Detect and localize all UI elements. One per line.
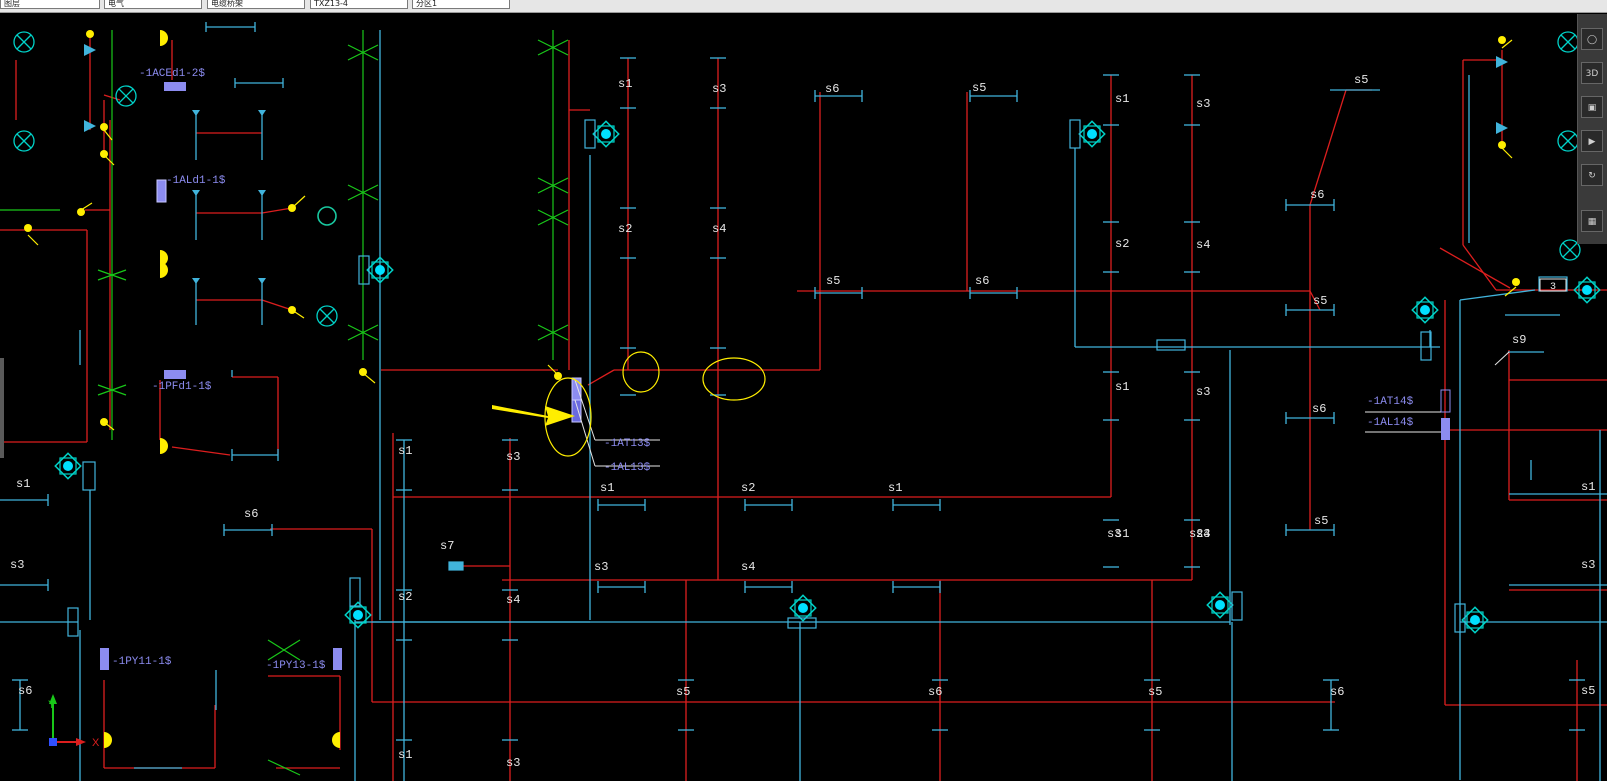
3d-view-icon[interactable]: 3D [1581,62,1603,84]
distribution-panels [100,82,1451,670]
tray-label: s2 [741,481,755,495]
equipment-label: -1PY13-1$ [266,660,326,672]
tray-label: s9 [1512,333,1526,347]
equipment-label: -1ALd1-1$ [166,175,226,187]
yellow-leaders [27,39,1517,431]
tray-label: s1 [618,77,632,91]
cad-drawing[interactable]: s1 s3 s6 s5 s1 s3 s5 s2 s4 s2 s4 s6 s5 s6 s5 s1 s3 s1 s3 s6… [0,13,1607,781]
tray-label: s6 [18,684,32,698]
tray-label: s1 [398,748,412,762]
property-toolbar: 图层 电气 电缆桥架 TXZ13-4 分区1 [0,0,1607,13]
tray-label: s6 [1330,685,1344,699]
tray-label: s3 [1196,97,1210,111]
tray-label: s3 [506,450,520,464]
tray-label: s6 [975,274,989,288]
left-panel-grip[interactable] [0,358,4,458]
tray-label: s7 [440,539,454,553]
pan-icon[interactable]: ▣ [1581,96,1603,118]
tray-label: s1 [888,481,902,495]
tray-label: s4 [712,222,726,236]
block-select[interactable]: TXZ13-4 [310,0,408,9]
tray-label: s3 [1196,385,1210,399]
tray-label: s3 [1107,527,1121,541]
grid-icon[interactable]: ▦ [1581,210,1603,232]
equipment-label: -1PY11-1$ [112,656,172,668]
tray-label: s5 [972,81,986,95]
tray-label: s1 [1115,380,1129,394]
tray-label: s6 [825,82,839,96]
yellow-arrow [492,405,575,426]
equipment-label: -1AT13$ [604,438,651,450]
zoom-icon[interactable]: ▶ [1581,130,1603,152]
ucs-y-label: Y [48,699,56,711]
equipment-label: -1AL14$ [1367,417,1414,429]
tray-label: s2 [1115,237,1129,251]
yellow-dots [24,30,1520,426]
pumps [13,31,1581,327]
tray-label: s3 [10,558,24,572]
category-select[interactable]: 电缆桥架 [207,0,305,9]
tray-label: s3 [712,82,726,96]
tray-label: s3 [594,560,608,574]
equipment-label: -1ACEd1-2$ [139,68,205,80]
leader-lines [574,351,1510,467]
tray-label: s1 [398,444,412,458]
navigation-bar: ◯ 3D ▣ ▶ ↻ ▦ [1577,14,1607,244]
layer-select[interactable]: 图层 [0,0,100,9]
tray-label: s4 [1196,238,1210,252]
tray-label: s4 [741,560,755,574]
ucs-x-label: X [92,737,100,749]
tray-label: s6 [244,507,258,521]
tag-number: 3 [1550,282,1556,293]
tray-label: s5 [1581,684,1595,698]
tray-label: s4 [506,593,520,607]
tray-label: s1 [1115,92,1129,106]
tray-label: s3 [506,756,520,770]
tray-label: s3 [1581,558,1595,572]
fans [54,120,1601,634]
tray-label: s1 [1581,480,1595,494]
rotate-icon[interactable]: ↻ [1581,164,1603,186]
equipment-label: -1PFd1-1$ [152,381,212,393]
tray-label: s2 [618,222,632,236]
tray-label: s6 [928,685,942,699]
tray-label: s5 [1148,685,1162,699]
red-wiring [0,30,1607,781]
tray-label: s5 [1313,294,1327,308]
tray-label: s5 [826,274,840,288]
tray-label: s5 [676,685,690,699]
orbit-icon[interactable]: ◯ [1581,28,1603,50]
linetype-select[interactable]: 电气 [104,0,202,9]
tray-label: s2 [398,590,412,604]
tray-label: s1 [16,477,30,491]
equipment-label: -1AT14$ [1367,396,1414,408]
yellow-fixtures [104,30,340,748]
tray-label: s6 [1310,188,1324,202]
tray-label: s5 [1314,514,1328,528]
cyan-valves [84,44,1508,284]
tray-label: s1 [600,481,614,495]
tray-label: s4 [1196,527,1210,541]
junction-boxes [67,119,1568,637]
tray-label: s5 [1354,73,1368,87]
zone-select[interactable]: 分区1 [412,0,510,9]
equipment-label: -1AL13$ [604,462,651,474]
tray-label: s6 [1312,402,1326,416]
cyan-wiring [0,22,1607,781]
drawing-canvas[interactable]: s1 s3 s6 s5 s1 s3 s5 s2 s4 s2 s4 s6 s5 s6 s5 s1 s3 s1 s3 s6… [0,13,1607,781]
